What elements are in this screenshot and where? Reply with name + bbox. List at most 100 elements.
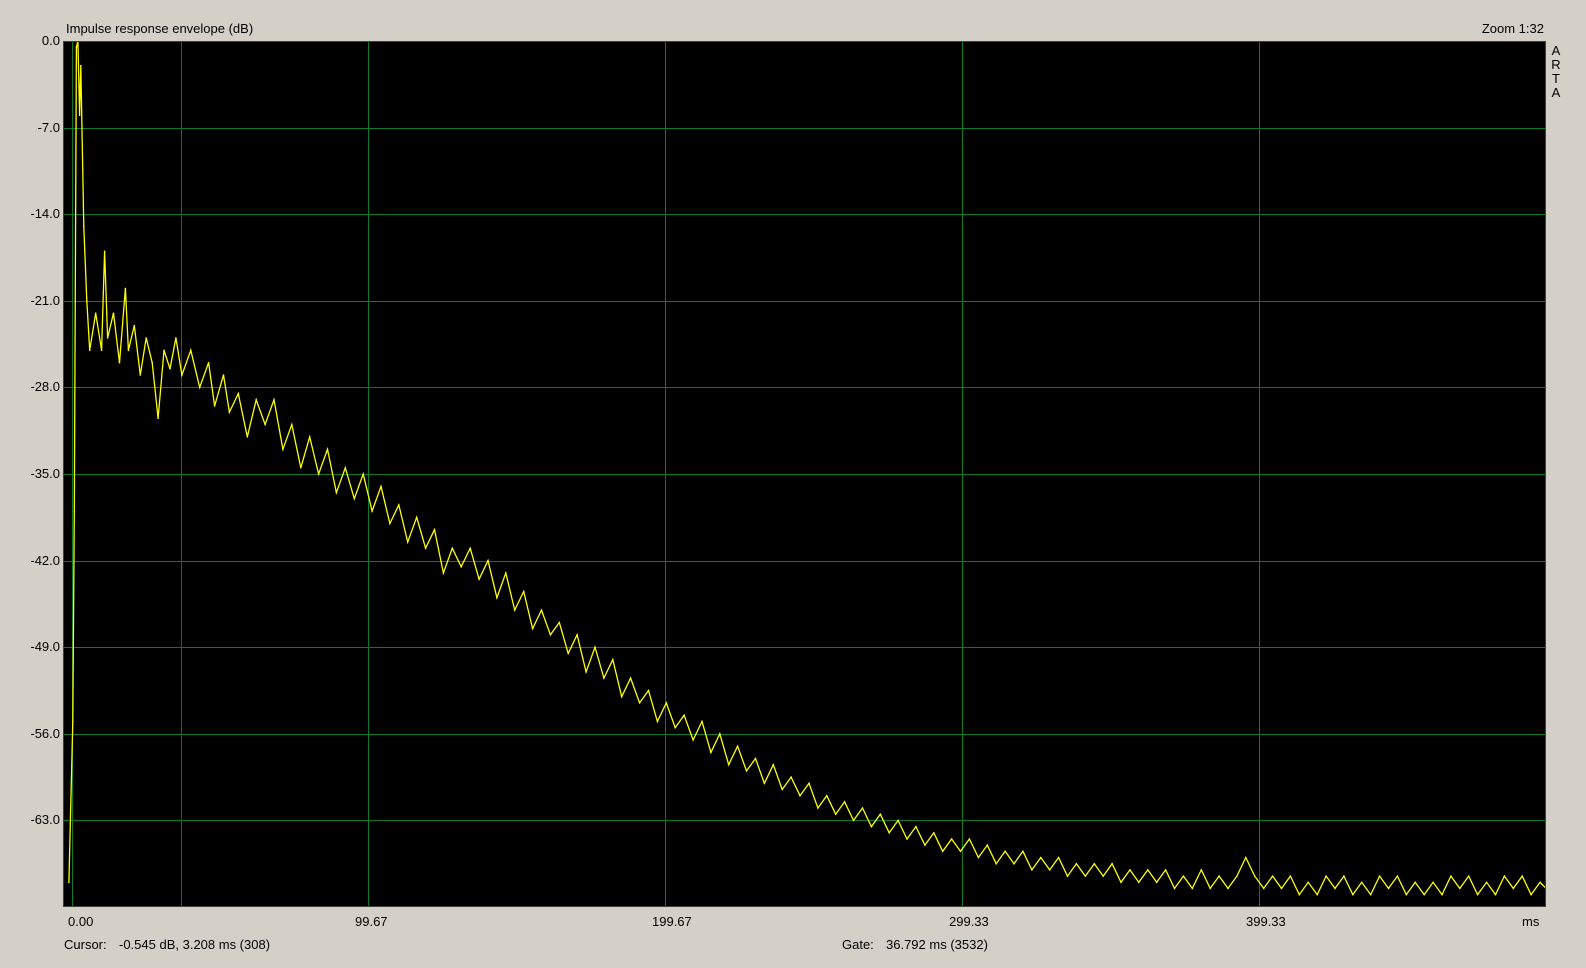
trace-point bbox=[246, 436, 249, 438]
trace-point bbox=[362, 473, 365, 475]
trace-point bbox=[335, 491, 338, 494]
trace-point bbox=[273, 399, 275, 401]
trace-point bbox=[424, 547, 427, 549]
trace-point bbox=[1512, 887, 1515, 890]
trace-point bbox=[1503, 875, 1506, 877]
trace-point bbox=[1031, 869, 1033, 871]
trace-point bbox=[843, 801, 846, 803]
trace-point bbox=[371, 510, 373, 512]
trace-point bbox=[1093, 862, 1096, 865]
trace-point bbox=[834, 813, 837, 815]
trace-point bbox=[1369, 893, 1372, 896]
trace-point bbox=[1378, 875, 1381, 877]
trace-point bbox=[112, 312, 115, 315]
trace-point bbox=[540, 609, 543, 611]
trace-point bbox=[692, 739, 694, 741]
trace-point bbox=[469, 547, 472, 549]
trace-point bbox=[808, 782, 810, 785]
trace-point bbox=[380, 485, 382, 488]
trace-point bbox=[799, 794, 801, 797]
trace-point bbox=[237, 392, 240, 395]
trace-point bbox=[513, 609, 516, 611]
trace-point bbox=[255, 399, 257, 401]
trace-point bbox=[1236, 875, 1238, 877]
trace-point bbox=[1218, 875, 1220, 877]
cursor-readout: -0.545 dB, 3.208 ms (308) bbox=[119, 937, 271, 952]
trace-point bbox=[1271, 875, 1274, 877]
trace-point bbox=[629, 677, 632, 679]
trace-point bbox=[719, 733, 721, 735]
trace-point bbox=[558, 621, 561, 624]
impulse-plot[interactable] bbox=[0, 0, 1586, 968]
trace-point bbox=[398, 504, 400, 506]
trace-point bbox=[1414, 881, 1416, 884]
trace-point bbox=[531, 627, 534, 630]
trace-point bbox=[585, 671, 587, 673]
trace-point bbox=[1245, 856, 1247, 859]
trace-point bbox=[228, 411, 231, 413]
trace-point bbox=[1530, 893, 1532, 896]
trace-point bbox=[460, 566, 463, 568]
trace-point bbox=[701, 720, 703, 723]
trace-point bbox=[406, 541, 409, 543]
trace-point bbox=[674, 726, 676, 729]
trace-point bbox=[1048, 869, 1051, 871]
trace-point bbox=[549, 634, 552, 636]
trace-point bbox=[1467, 875, 1470, 877]
trace-point bbox=[1280, 887, 1283, 890]
trace-point bbox=[683, 714, 685, 716]
trace-point bbox=[861, 807, 864, 809]
trace-point bbox=[852, 819, 855, 822]
trace-point bbox=[594, 646, 596, 648]
trace-point bbox=[1316, 893, 1318, 896]
trace-point bbox=[1013, 862, 1015, 865]
trace-point bbox=[451, 547, 454, 549]
trace-point bbox=[1164, 869, 1167, 871]
trace-point bbox=[505, 572, 507, 574]
y-tick-label: -63.0 bbox=[30, 812, 60, 827]
trace-point bbox=[1289, 875, 1292, 877]
trace-point bbox=[567, 652, 569, 655]
y-tick-label: -42.0 bbox=[30, 553, 60, 568]
trace-point bbox=[308, 436, 311, 438]
trace-point bbox=[1138, 881, 1140, 884]
trace-point bbox=[118, 361, 121, 364]
trace-point bbox=[1111, 862, 1113, 865]
trace-point bbox=[1200, 869, 1203, 871]
trace-point bbox=[790, 776, 792, 778]
trace-point bbox=[1423, 893, 1425, 896]
trace-point bbox=[100, 349, 103, 352]
trace-point bbox=[656, 720, 659, 723]
trace-point bbox=[300, 467, 302, 469]
trace-point bbox=[127, 349, 130, 352]
trace-point bbox=[1155, 881, 1158, 884]
trace-point bbox=[603, 677, 605, 679]
trace-point bbox=[157, 417, 159, 420]
trace-point bbox=[906, 838, 908, 840]
trace-point bbox=[727, 763, 730, 766]
trace-point bbox=[190, 349, 192, 352]
trace-point bbox=[326, 448, 329, 451]
y-tick-label: -14.0 bbox=[30, 206, 60, 221]
y-tick-label: -21.0 bbox=[30, 293, 60, 308]
trace-point bbox=[478, 578, 480, 580]
trace-point bbox=[959, 850, 962, 853]
trace-point bbox=[1387, 887, 1390, 890]
x-tick-label: 299.33 bbox=[949, 914, 989, 929]
trace-point bbox=[968, 838, 971, 840]
trace-point bbox=[612, 658, 614, 661]
trace-point bbox=[139, 374, 142, 376]
trace-point bbox=[1485, 881, 1488, 884]
trace-point bbox=[1521, 875, 1523, 877]
trace-point bbox=[317, 473, 320, 475]
trace-point bbox=[1253, 875, 1256, 877]
trace-point bbox=[389, 522, 391, 525]
trace-point bbox=[442, 572, 445, 574]
trace-point bbox=[933, 832, 935, 834]
trace-point bbox=[175, 337, 177, 339]
trace-point bbox=[950, 838, 953, 840]
trace-point bbox=[665, 702, 668, 704]
trace-point bbox=[1147, 869, 1149, 871]
trace-point bbox=[1040, 856, 1042, 859]
trace-point bbox=[353, 497, 356, 500]
